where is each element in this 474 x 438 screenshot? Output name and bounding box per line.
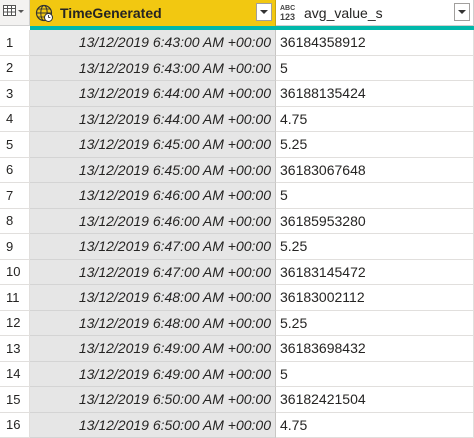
row-number[interactable]: 5 [0, 132, 30, 158]
table-row: 2 13/12/2019 6:43:00 AM +00:00 5 [0, 55, 474, 81]
cell-avg-value-s[interactable]: 5 [276, 55, 474, 81]
row-number[interactable]: 11 [0, 285, 30, 311]
cell-avg-value-s[interactable]: 36183698432 [276, 336, 474, 362]
cell-avg-value-s[interactable]: 5.25 [276, 310, 474, 336]
grid-body: 1 13/12/2019 6:43:00 AM +00:00 361843589… [0, 30, 474, 438]
row-number[interactable]: 10 [0, 259, 30, 285]
column-title-timegenerated: TimeGenerated [60, 5, 162, 21]
row-number[interactable]: 1 [0, 30, 30, 56]
cell-timegenerated[interactable]: 13/12/2019 6:49:00 AM +00:00 [30, 361, 276, 387]
cell-timegenerated[interactable]: 13/12/2019 6:46:00 AM +00:00 [30, 208, 276, 234]
cell-timegenerated[interactable]: 13/12/2019 6:44:00 AM +00:00 [30, 81, 276, 107]
cell-timegenerated[interactable]: 13/12/2019 6:43:00 AM +00:00 [30, 30, 276, 56]
table-icon [3, 5, 24, 16]
query-editor-data-grid: TimeGenerated ABC 123 avg_value_s 1 13/1… [0, 0, 474, 438]
type-icon-bottom: 123 [280, 11, 296, 22]
cell-timegenerated[interactable]: 13/12/2019 6:49:00 AM +00:00 [30, 336, 276, 362]
grid-header: TimeGenerated ABC 123 avg_value_s [0, 0, 474, 27]
table-row: 4 13/12/2019 6:44:00 AM +00:00 4.75 [0, 106, 474, 132]
table-row: 16 13/12/2019 6:50:00 AM +00:00 4.75 [0, 412, 474, 438]
cell-avg-value-s[interactable]: 5 [276, 183, 474, 209]
cell-timegenerated[interactable]: 13/12/2019 6:45:00 AM +00:00 [30, 157, 276, 183]
row-number[interactable]: 8 [0, 208, 30, 234]
table-menu-button[interactable] [0, 0, 30, 26]
table-row: 6 13/12/2019 6:45:00 AM +00:00 361830676… [0, 157, 474, 183]
row-number[interactable]: 2 [0, 55, 30, 81]
cell-timegenerated[interactable]: 13/12/2019 6:45:00 AM +00:00 [30, 132, 276, 158]
table-row: 5 13/12/2019 6:45:00 AM +00:00 5.25 [0, 132, 474, 158]
cell-timegenerated[interactable]: 13/12/2019 6:48:00 AM +00:00 [30, 310, 276, 336]
table-row: 1 13/12/2019 6:43:00 AM +00:00 361843589… [0, 30, 474, 56]
cell-timegenerated[interactable]: 13/12/2019 6:50:00 AM +00:00 [30, 387, 276, 413]
table-row: 10 13/12/2019 6:47:00 AM +00:00 36183145… [0, 259, 474, 285]
table-row: 13 13/12/2019 6:49:00 AM +00:00 36183698… [0, 336, 474, 362]
cell-avg-value-s[interactable]: 36184358912 [276, 30, 474, 56]
table-row: 14 13/12/2019 6:49:00 AM +00:00 5 [0, 361, 474, 387]
table-row: 12 13/12/2019 6:48:00 AM +00:00 5.25 [0, 310, 474, 336]
cell-timegenerated[interactable]: 13/12/2019 6:47:00 AM +00:00 [30, 234, 276, 260]
column-header-avg-value-s[interactable]: ABC 123 avg_value_s [276, 0, 474, 26]
cell-avg-value-s[interactable]: 36183145472 [276, 259, 474, 285]
row-number[interactable]: 13 [0, 336, 30, 362]
table-row: 7 13/12/2019 6:46:00 AM +00:00 5 [0, 183, 474, 209]
table-row: 11 13/12/2019 6:48:00 AM +00:00 36183002… [0, 285, 474, 311]
cell-avg-value-s[interactable]: 36182421504 [276, 387, 474, 413]
table-row: 3 13/12/2019 6:44:00 AM +00:00 361881354… [0, 81, 474, 107]
cell-avg-value-s[interactable]: 4.75 [276, 412, 474, 438]
cell-timegenerated[interactable]: 13/12/2019 6:43:00 AM +00:00 [30, 55, 276, 81]
cell-timegenerated[interactable]: 13/12/2019 6:44:00 AM +00:00 [30, 106, 276, 132]
row-number[interactable]: 9 [0, 234, 30, 260]
cell-avg-value-s[interactable]: 36183002112 [276, 285, 474, 311]
row-number[interactable]: 14 [0, 361, 30, 387]
column-header-timegenerated[interactable]: TimeGenerated [30, 0, 276, 26]
cell-avg-value-s[interactable]: 5 [276, 361, 474, 387]
cell-avg-value-s[interactable]: 5.25 [276, 234, 474, 260]
cell-timegenerated[interactable]: 13/12/2019 6:50:00 AM +00:00 [30, 412, 276, 438]
row-number[interactable]: 6 [0, 157, 30, 183]
cell-avg-value-s[interactable]: 36188135424 [276, 81, 474, 107]
cell-avg-value-s[interactable]: 36183067648 [276, 157, 474, 183]
cell-avg-value-s[interactable]: 36185953280 [276, 208, 474, 234]
row-number[interactable]: 7 [0, 183, 30, 209]
chevron-down-icon [458, 10, 466, 14]
column-filter-dropdown-avg-value-s[interactable] [454, 3, 470, 21]
column-title-avg-value-s: avg_value_s [304, 4, 383, 21]
cell-avg-value-s[interactable]: 5.25 [276, 132, 474, 158]
cell-timegenerated[interactable]: 13/12/2019 6:48:00 AM +00:00 [30, 285, 276, 311]
row-number[interactable]: 15 [0, 387, 30, 413]
row-number[interactable]: 12 [0, 310, 30, 336]
table-row: 9 13/12/2019 6:47:00 AM +00:00 5.25 [0, 234, 474, 260]
cell-avg-value-s[interactable]: 4.75 [276, 106, 474, 132]
row-number[interactable]: 16 [0, 412, 30, 438]
any-type-icon: ABC 123 [280, 5, 298, 22]
globe-datetime-icon [35, 4, 53, 22]
row-number[interactable]: 4 [0, 106, 30, 132]
table-row: 8 13/12/2019 6:46:00 AM +00:00 361859532… [0, 208, 474, 234]
cell-timegenerated[interactable]: 13/12/2019 6:46:00 AM +00:00 [30, 183, 276, 209]
row-number[interactable]: 3 [0, 81, 30, 107]
chevron-down-icon [260, 10, 268, 14]
table-row: 15 13/12/2019 6:50:00 AM +00:00 36182421… [0, 387, 474, 413]
cell-timegenerated[interactable]: 13/12/2019 6:47:00 AM +00:00 [30, 259, 276, 285]
column-filter-dropdown-timegenerated[interactable] [256, 3, 272, 21]
